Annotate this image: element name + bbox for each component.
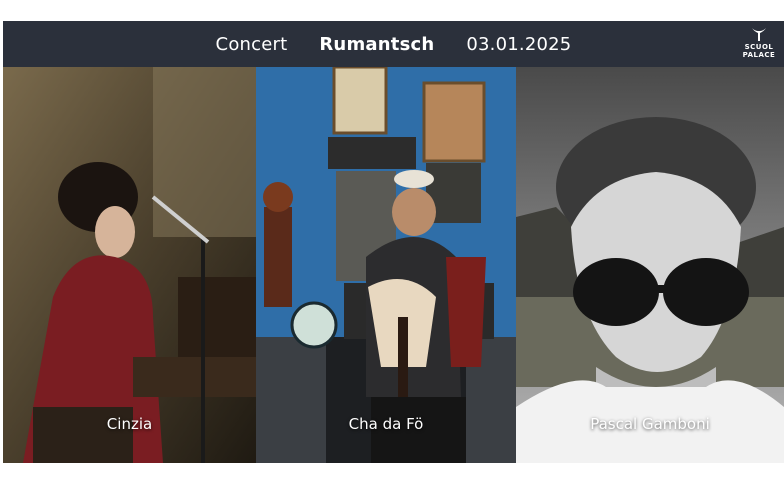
artist-photo-cha-da-fo (256, 67, 516, 463)
logo-text-line2: PALACE (742, 51, 776, 59)
artist-name-cinzia: Cinzia (106, 415, 153, 433)
header-label: Concert (215, 33, 288, 55)
venue-logo[interactable]: SCUOL PALACE (742, 27, 776, 63)
header-bar: Concert Rumantsch 03.01.2025 SCUOL PALAC… (3, 21, 784, 67)
artist-panel-pascal-gamboni[interactable]: Pascal Gamboni (516, 67, 784, 463)
logo-text-line1: SCUOL (744, 43, 774, 51)
event-date: 03.01.2025 (466, 33, 572, 55)
artist-photo-pascal-gamboni (516, 67, 784, 463)
artist-photo-cinzia (3, 67, 256, 463)
concert-card[interactable]: Concert Rumantsch 03.01.2025 SCUOL PALAC… (3, 21, 784, 463)
event-title: Rumantsch (319, 33, 435, 55)
artist-name-cha-da-fo: Cha da Fö (348, 415, 424, 433)
artist-panel-cinzia[interactable]: Cinzia (3, 67, 256, 463)
artist-panel-cha-da-fo[interactable]: Cha da Fö (256, 67, 516, 463)
artist-name-pascal-gamboni: Pascal Gamboni (590, 415, 710, 433)
ibex-logo-icon (752, 28, 766, 41)
artist-panels: Cinzia Cha da Fö Pascal Gamboni (3, 67, 784, 463)
